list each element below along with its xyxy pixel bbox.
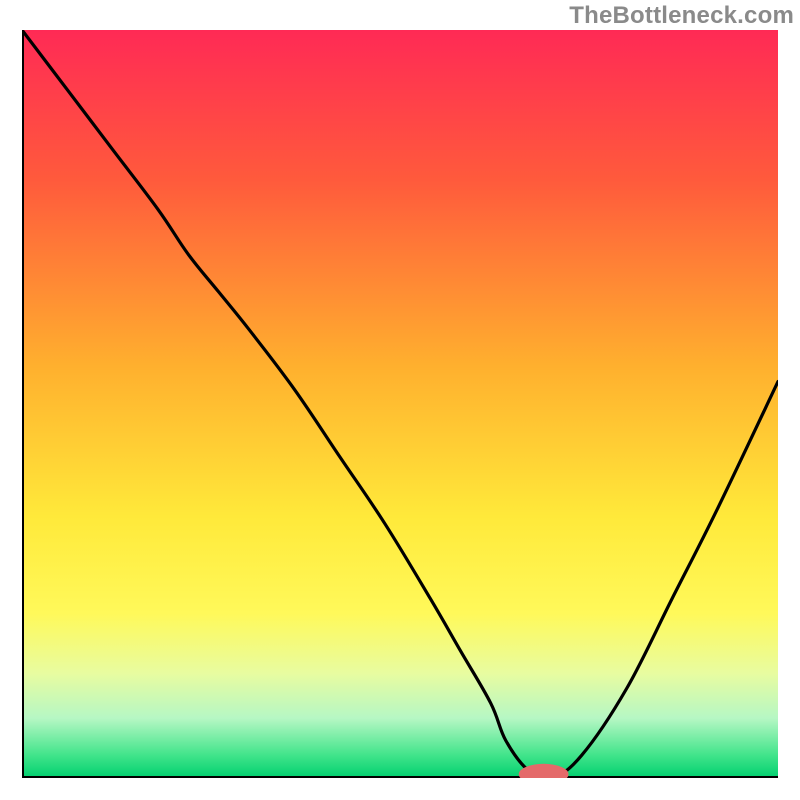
gradient-background <box>22 30 778 778</box>
chart-canvas: TheBottleneck.com <box>0 0 800 800</box>
watermark-label: TheBottleneck.com <box>569 2 794 30</box>
chart-svg <box>22 30 778 778</box>
plot-area <box>22 30 778 778</box>
